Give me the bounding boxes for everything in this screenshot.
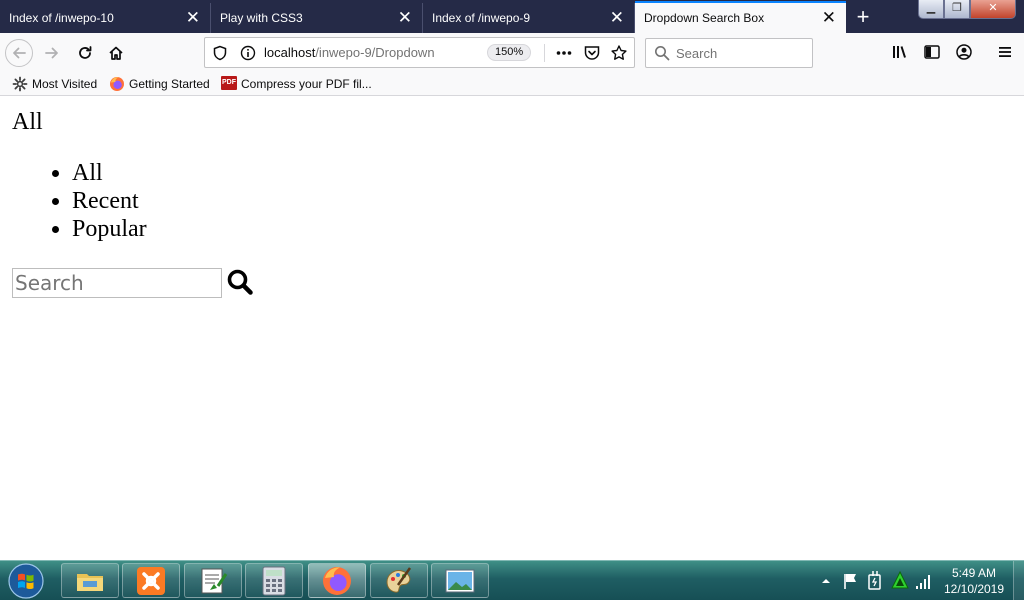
filter-option-recent[interactable]: Recent [72, 187, 147, 215]
url-text[interactable]: localhost/inwepo-9/Dropdown [264, 38, 454, 67]
browser-search-input[interactable] [676, 44, 806, 62]
back-button[interactable] [5, 39, 33, 67]
tab-title: Dropdown Search Box [644, 11, 765, 25]
home-button[interactable] [102, 39, 130, 67]
clock-time: 5:49 AM [951, 566, 997, 580]
url-host: localhost [264, 45, 316, 60]
zoom-level-badge[interactable]: 150% [487, 44, 532, 61]
action-center-flag-icon[interactable] [842, 561, 860, 600]
tab-title: Index of /inwepo-9 [432, 11, 531, 25]
search-icon [655, 46, 670, 61]
home-icon [109, 46, 123, 60]
close-tab-icon[interactable]: ✕ [610, 3, 624, 33]
sidebar-toggle-icon[interactable] [923, 43, 941, 61]
forward-arrow-icon [45, 47, 58, 59]
page-content: All All Recent Popular [0, 96, 1024, 560]
windows-logo-icon [8, 563, 44, 599]
taskbar-firefox[interactable] [308, 563, 366, 598]
search-button-icon[interactable] [226, 268, 254, 296]
taskbar-photo-viewer[interactable] [431, 563, 489, 598]
pdf-icon: PDF [221, 76, 237, 90]
taskbar-xampp[interactable] [122, 563, 180, 598]
taskbar-calculator[interactable] [245, 563, 303, 598]
start-button[interactable] [4, 562, 48, 600]
hamburger-menu-icon[interactable] [996, 43, 1014, 61]
bookmarks-toolbar: Most Visited Getting Started PDF Compres… [0, 73, 1024, 96]
xampp-icon [137, 566, 165, 595]
tracking-protection-shield-icon[interactable] [212, 45, 228, 61]
account-icon[interactable] [955, 43, 973, 61]
tab-strip: Index of /inwepo-10 ✕ Play with CSS3 ✕ I… [0, 0, 1024, 33]
url-path: /inwepo-9/Dropdown [315, 45, 435, 60]
bookmark-getting-started[interactable]: Getting Started [109, 73, 210, 95]
back-arrow-icon [13, 47, 26, 59]
taskbar-paint[interactable] [370, 563, 428, 598]
filter-dropdown-list: All Recent Popular [72, 159, 147, 243]
clock-date: 12/10/2019 [943, 582, 1005, 596]
search-input[interactable] [12, 268, 222, 298]
bookmark-star-icon[interactable] [610, 44, 628, 62]
restore-button[interactable]: ❐ [944, 0, 970, 19]
minimize-button[interactable]: ▁ [918, 0, 944, 19]
close-tab-icon[interactable]: ✕ [398, 3, 412, 33]
paint-icon [386, 566, 412, 593]
address-bar[interactable]: localhost/inwepo-9/Dropdown 150% [204, 37, 635, 68]
bookmark-compress-pdf[interactable]: PDF Compress your PDF fil... [221, 73, 372, 95]
firefox-icon [110, 77, 124, 91]
power-icon[interactable] [866, 561, 884, 600]
filter-option-popular[interactable]: Popular [72, 215, 147, 243]
file-explorer-icon [77, 573, 103, 591]
app-tray-icon[interactable] [890, 561, 910, 600]
page-actions-icon[interactable] [555, 44, 573, 62]
show-desktop-button[interactable] [1013, 561, 1024, 600]
tab-dropdown-search-box[interactable]: Dropdown Search Box ✕ [635, 1, 846, 33]
calculator-icon [262, 566, 286, 595]
browser-search-box[interactable] [645, 38, 813, 68]
divider [544, 44, 545, 62]
close-tab-icon[interactable]: ✕ [186, 3, 200, 33]
bookmark-label: Compress your PDF fil... [241, 77, 372, 91]
notepad-icon [201, 568, 228, 593]
gear-icon [12, 76, 28, 92]
reload-button[interactable] [71, 39, 99, 67]
tab-title: Play with CSS3 [220, 11, 303, 25]
photo-viewer-icon [445, 569, 475, 592]
plus-icon: + [856, 4, 870, 29]
firefox-icon [323, 566, 351, 595]
taskbar-file-explorer[interactable] [61, 563, 119, 598]
filter-option-all[interactable]: All [72, 159, 147, 187]
network-signal-icon[interactable] [914, 561, 932, 600]
pocket-icon[interactable] [583, 44, 601, 62]
selected-filter-label[interactable]: All [12, 108, 43, 136]
reload-icon [79, 46, 92, 59]
system-clock[interactable]: 5:49 AM 12/10/2019 [938, 565, 1010, 597]
tab-title: Index of /inwepo-10 [9, 11, 114, 25]
site-info-icon[interactable] [240, 45, 256, 61]
forward-button[interactable] [38, 39, 66, 67]
taskbar-notepad[interactable] [184, 563, 242, 598]
close-window-button[interactable]: ✕ [970, 0, 1016, 19]
bookmark-most-visited[interactable]: Most Visited [12, 73, 97, 95]
tab-play-with-css3[interactable]: Play with CSS3 ✕ [211, 3, 423, 33]
tab-index-inwepo-9[interactable]: Index of /inwepo-9 ✕ [423, 3, 635, 33]
new-tab-button[interactable]: + [846, 3, 880, 33]
taskbar: 5:49 AM 12/10/2019 [0, 560, 1024, 600]
show-hidden-icons-icon[interactable] [820, 561, 832, 600]
close-tab-icon[interactable]: ✕ [822, 3, 836, 33]
library-icon[interactable] [891, 43, 909, 61]
navigation-toolbar: localhost/inwepo-9/Dropdown 150% [0, 33, 1024, 73]
tab-index-inwepo-10[interactable]: Index of /inwepo-10 ✕ [0, 3, 211, 33]
